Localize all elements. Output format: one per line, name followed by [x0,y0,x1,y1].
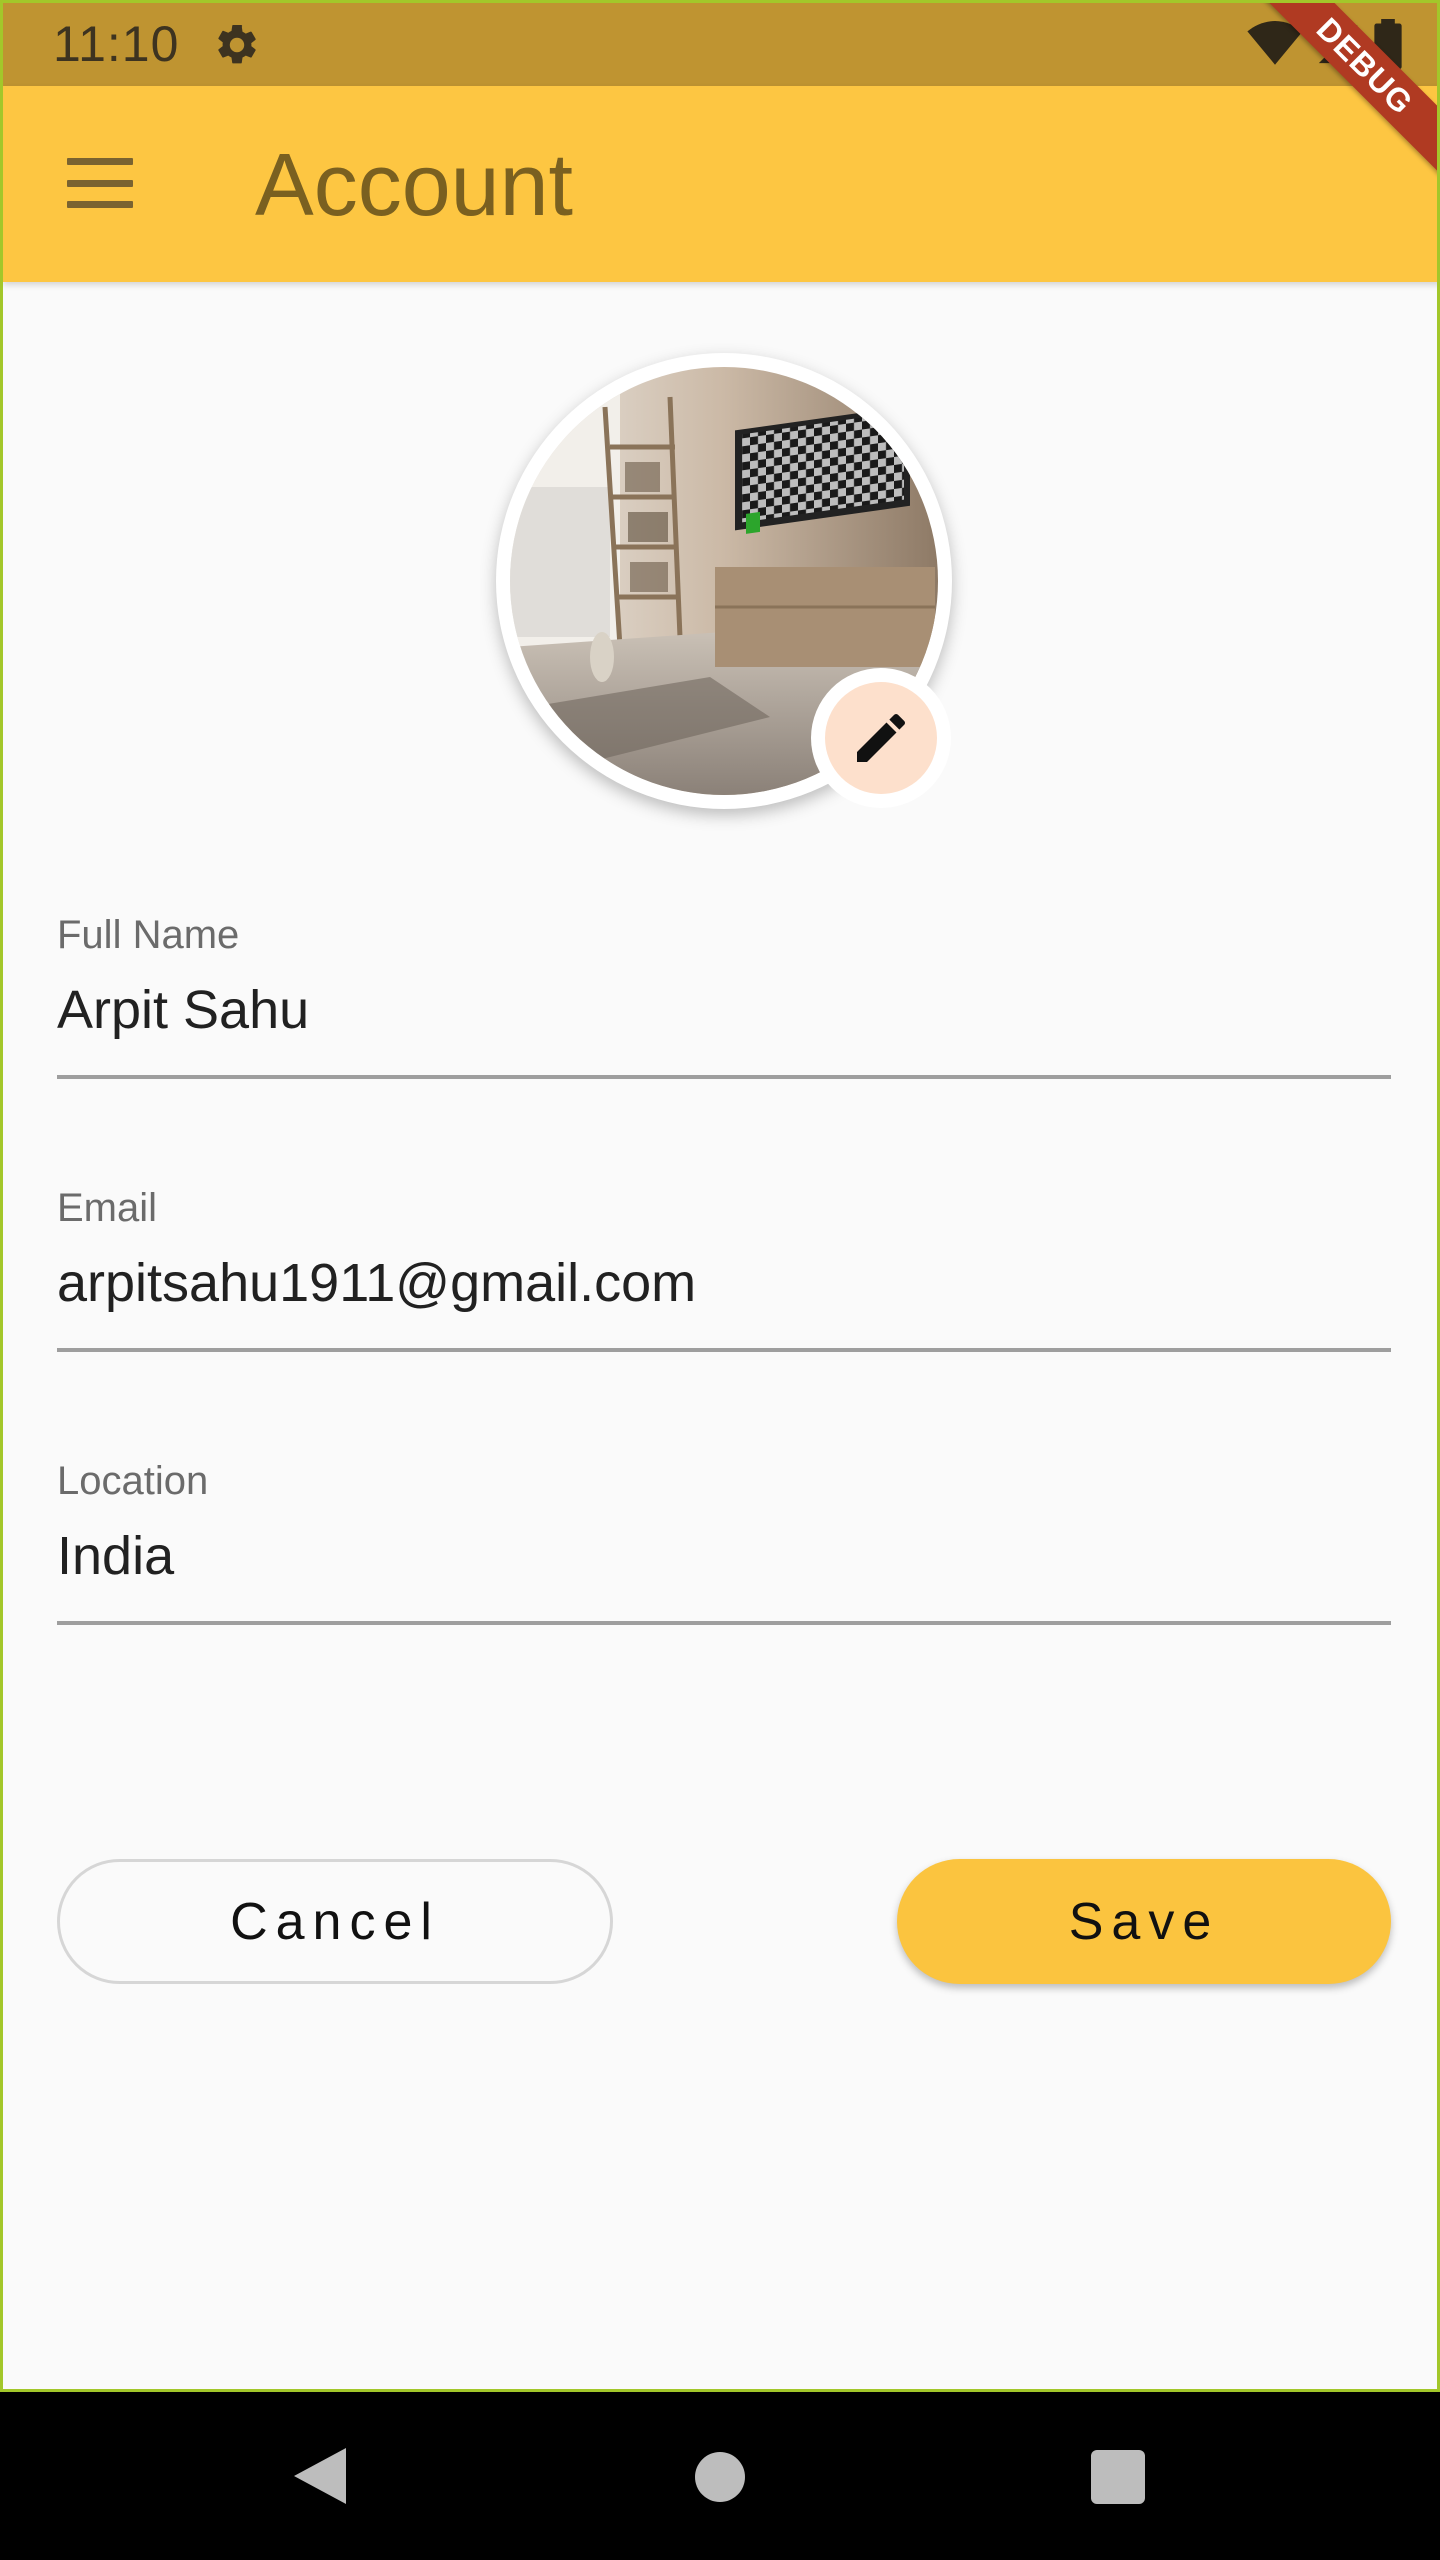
location-underline [57,1621,1391,1625]
app-bar: Account [3,86,1437,282]
status-time: 11:10 [53,16,180,72]
full-name-input[interactable]: Arpit Sahu [57,979,309,1041]
system-nav-bar [0,2392,1440,2560]
full-name-underline [57,1075,1391,1079]
app-screen: 11:10 DEBUG Account Full Name Arpit Sahu… [0,0,1440,2392]
home-icon[interactable] [695,2452,745,2502]
pencil-icon [857,713,906,762]
location-field[interactable]: Location India [57,1459,1391,1639]
page-title: Account [255,135,573,234]
recents-icon[interactable] [1091,2450,1145,2504]
back-icon[interactable] [290,2444,350,2508]
gear-icon [218,24,256,64]
cancel-button[interactable]: Cancel [57,1859,613,1984]
status-bar: 11:10 [3,3,1437,86]
location-label: Location [57,1459,209,1503]
location-input[interactable]: India [57,1525,174,1587]
email-input[interactable]: arpitsahu1911@gmail.com [57,1252,696,1314]
save-button[interactable]: Save [897,1859,1391,1984]
email-label: Email [57,1186,158,1230]
menu-icon[interactable] [67,158,133,208]
full-name-label: Full Name [57,913,240,957]
email-field[interactable]: Email arpitsahu1911@gmail.com [57,1186,1391,1366]
full-name-field[interactable]: Full Name Arpit Sahu [57,913,1391,1093]
edit-avatar-button[interactable] [811,668,951,808]
email-underline [57,1348,1391,1352]
